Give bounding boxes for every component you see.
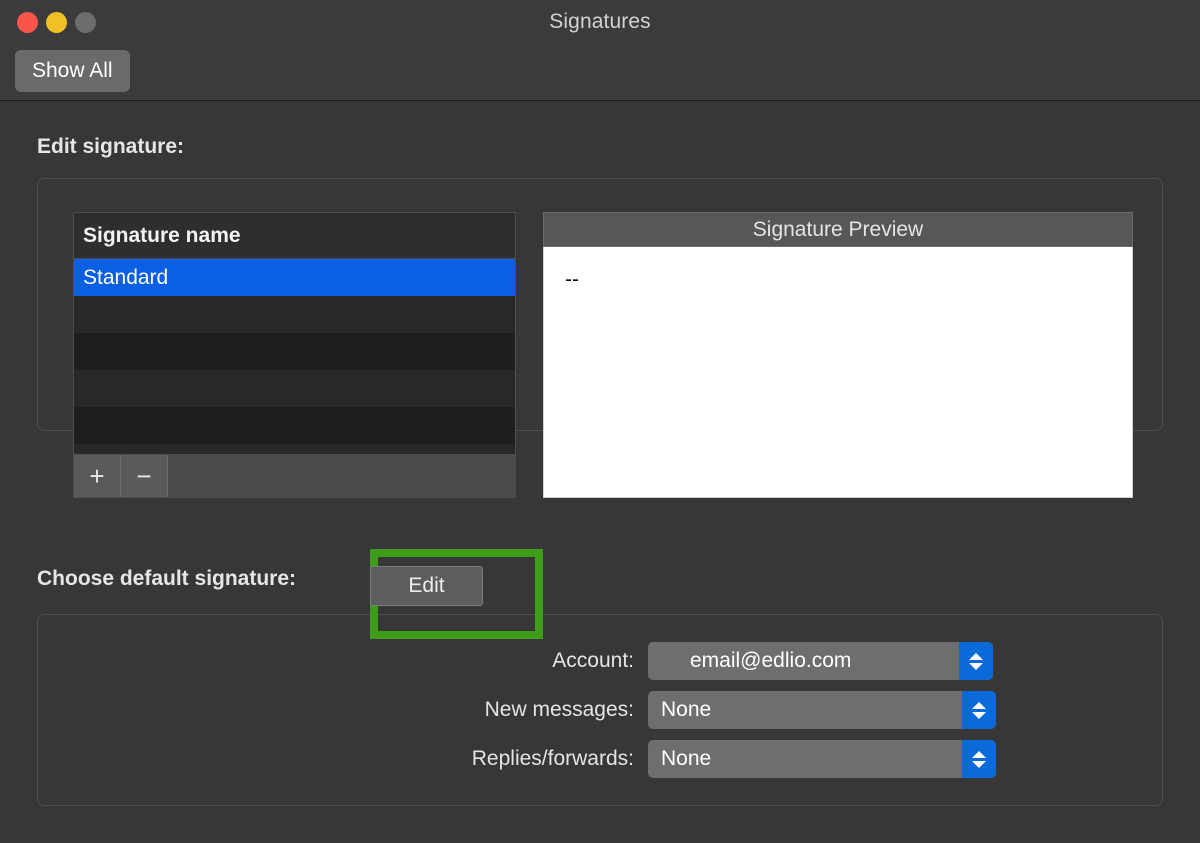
list-item-standard[interactable]: Standard xyxy=(74,259,515,296)
chevron-up-icon xyxy=(969,652,983,660)
signature-list[interactable]: Signature name Standard xyxy=(73,212,516,455)
edit-signature-button[interactable]: Edit xyxy=(370,566,483,606)
new-messages-popup-value: None xyxy=(661,698,712,721)
account-popup-button[interactable]: email@edlio.com xyxy=(648,642,993,680)
list-item[interactable] xyxy=(74,444,515,454)
new-messages-popup-button[interactable]: None xyxy=(648,691,996,729)
chevron-up-icon xyxy=(972,750,986,758)
add-signature-button[interactable]: + xyxy=(74,455,121,497)
list-item[interactable] xyxy=(74,296,515,333)
signature-preview-header: Signature Preview xyxy=(543,212,1133,247)
signature-list-toolbar: + − xyxy=(73,455,516,498)
default-signature-group: Account: email@edlio.com New messages: N… xyxy=(37,614,1163,806)
default-signature-heading: Choose default signature: xyxy=(37,567,297,590)
remove-signature-button[interactable]: − xyxy=(121,455,168,497)
window-titlebar: Signatures Show All xyxy=(0,0,1200,101)
signature-list-column-header: Signature name xyxy=(74,213,515,259)
replies-forwards-label: Replies/forwards: xyxy=(471,747,634,770)
list-item[interactable] xyxy=(74,370,515,407)
replies-forwards-row: Replies/forwards: None xyxy=(38,740,1164,778)
list-item[interactable] xyxy=(74,407,515,444)
edit-signature-group: Signature name Standard + − Signature Pr… xyxy=(37,178,1163,498)
window-title: Signatures xyxy=(549,10,651,33)
signatures-window: Signatures Show All Edit signature: Sign… xyxy=(0,0,1200,843)
list-item[interactable] xyxy=(74,333,515,370)
chevron-down-icon xyxy=(972,711,986,719)
signature-preview-panel: Signature Preview -- xyxy=(543,212,1133,498)
chevron-down-icon xyxy=(972,760,986,768)
signature-preview-body[interactable]: -- xyxy=(543,247,1133,498)
account-popup-value: email@edlio.com xyxy=(690,649,852,672)
chevron-updown-icon[interactable] xyxy=(962,691,996,729)
new-messages-row: New messages: None xyxy=(38,691,1164,729)
new-messages-label: New messages: xyxy=(484,698,634,721)
account-row: Account: email@edlio.com xyxy=(38,642,1164,680)
chevron-updown-icon[interactable] xyxy=(962,740,996,778)
show-all-button[interactable]: Show All xyxy=(15,50,130,92)
chevron-down-icon xyxy=(969,662,983,670)
replies-forwards-popup-button[interactable]: None xyxy=(648,740,996,778)
chevron-up-icon xyxy=(972,701,986,709)
chevron-updown-icon[interactable] xyxy=(959,642,993,680)
account-label: Account: xyxy=(552,649,634,672)
edit-signature-heading: Edit signature: xyxy=(37,135,185,158)
preferences-content: Edit signature: Signature name Standard … xyxy=(0,101,1200,843)
replies-forwards-popup-value: None xyxy=(661,747,712,770)
